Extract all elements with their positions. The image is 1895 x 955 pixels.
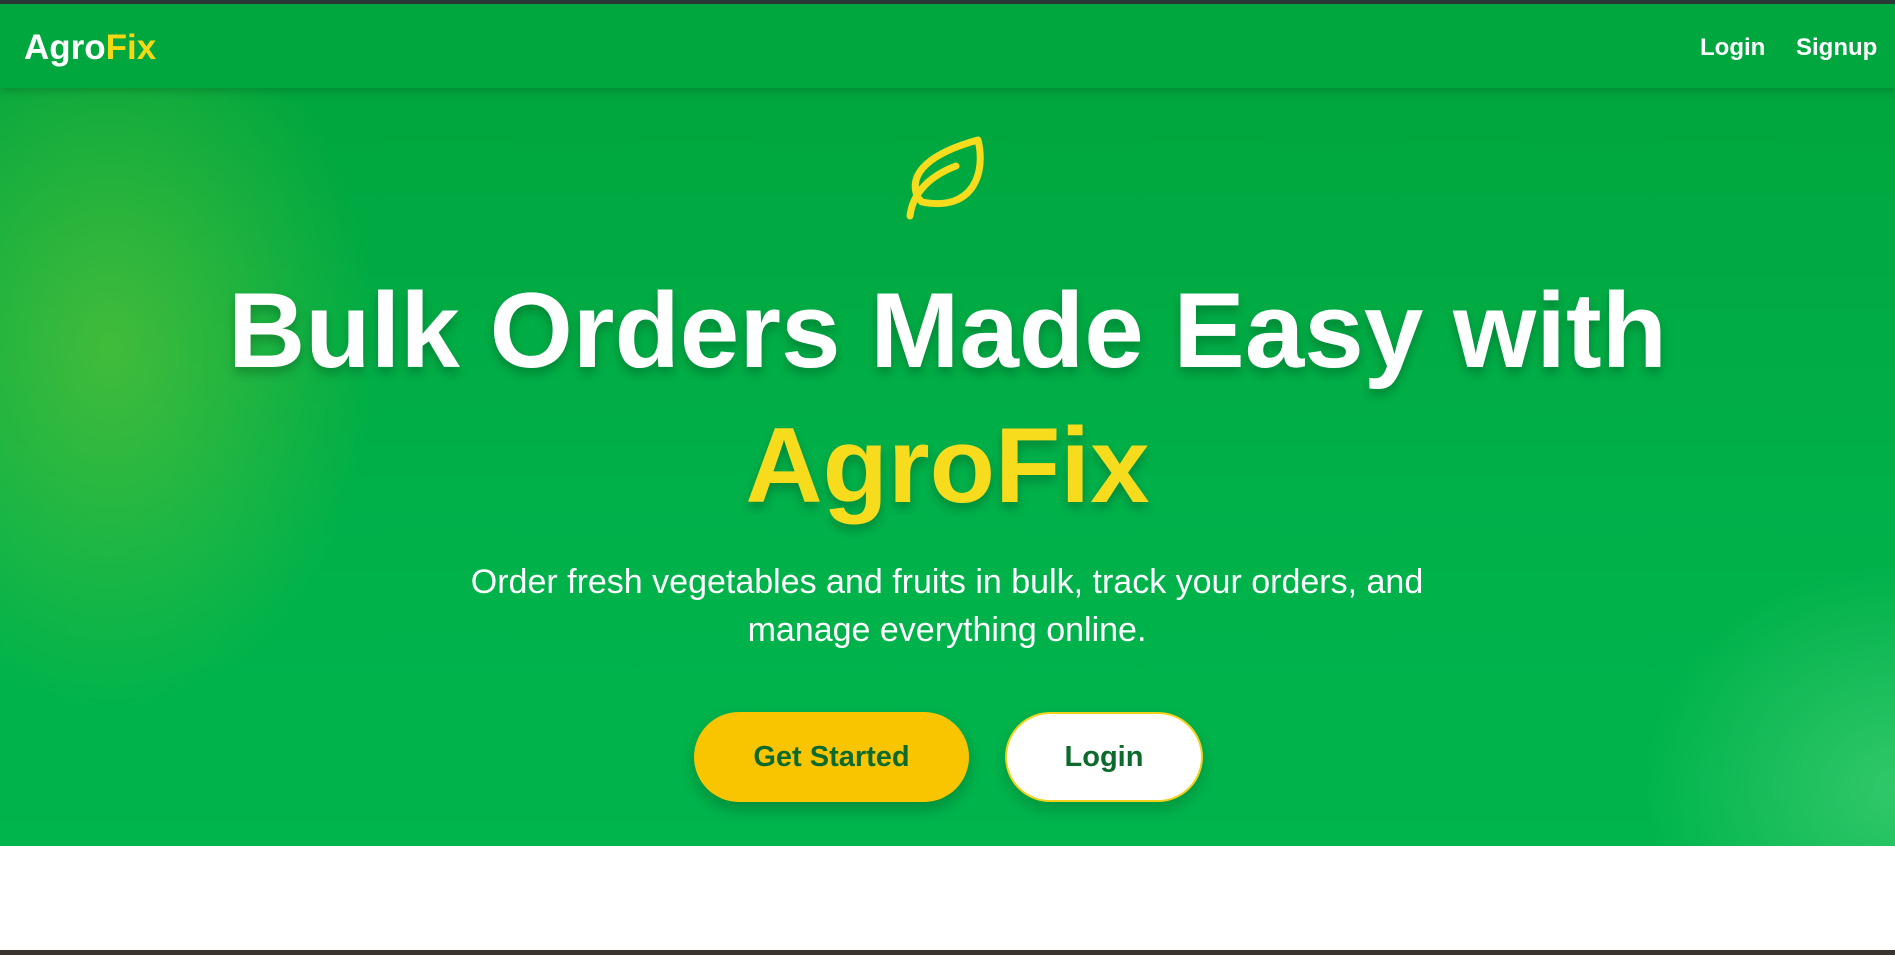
hero-headline-line1: Bulk Orders Made Easy with — [227, 270, 1667, 390]
nav-login-link[interactable]: Login — [1700, 34, 1765, 62]
leaf-icon — [906, 136, 984, 220]
hero-subtitle-line2: manage everything online. — [747, 611, 1147, 649]
hero-login-button[interactable]: Login — [1005, 712, 1203, 802]
hero-subtitle: Order fresh vegetables and fruits in bul… — [447, 558, 1447, 654]
window-bottom-border — [0, 950, 1895, 955]
hero-subtitle-line1: Order fresh vegetables and fruits in bul… — [470, 563, 1424, 601]
brand-name-part2: Fix — [105, 28, 157, 67]
brand-name-part1: Agro — [24, 28, 106, 67]
navbar: AgroFix Login Signup — [0, 4, 1895, 88]
hero-headline-brand: AgroFix — [745, 405, 1150, 525]
get-started-button[interactable]: Get Started — [694, 712, 969, 802]
nav-signup-link[interactable]: Signup — [1796, 34, 1877, 62]
brand-logo[interactable]: AgroFix — [24, 28, 156, 68]
hero-headline: Bulk Orders Made Easy with AgroFix — [0, 263, 1895, 533]
page: AgroFix Login Signup Bulk Orders Made Ea… — [0, 0, 1895, 955]
hero-section: Bulk Orders Made Easy with AgroFix Order… — [0, 88, 1895, 846]
